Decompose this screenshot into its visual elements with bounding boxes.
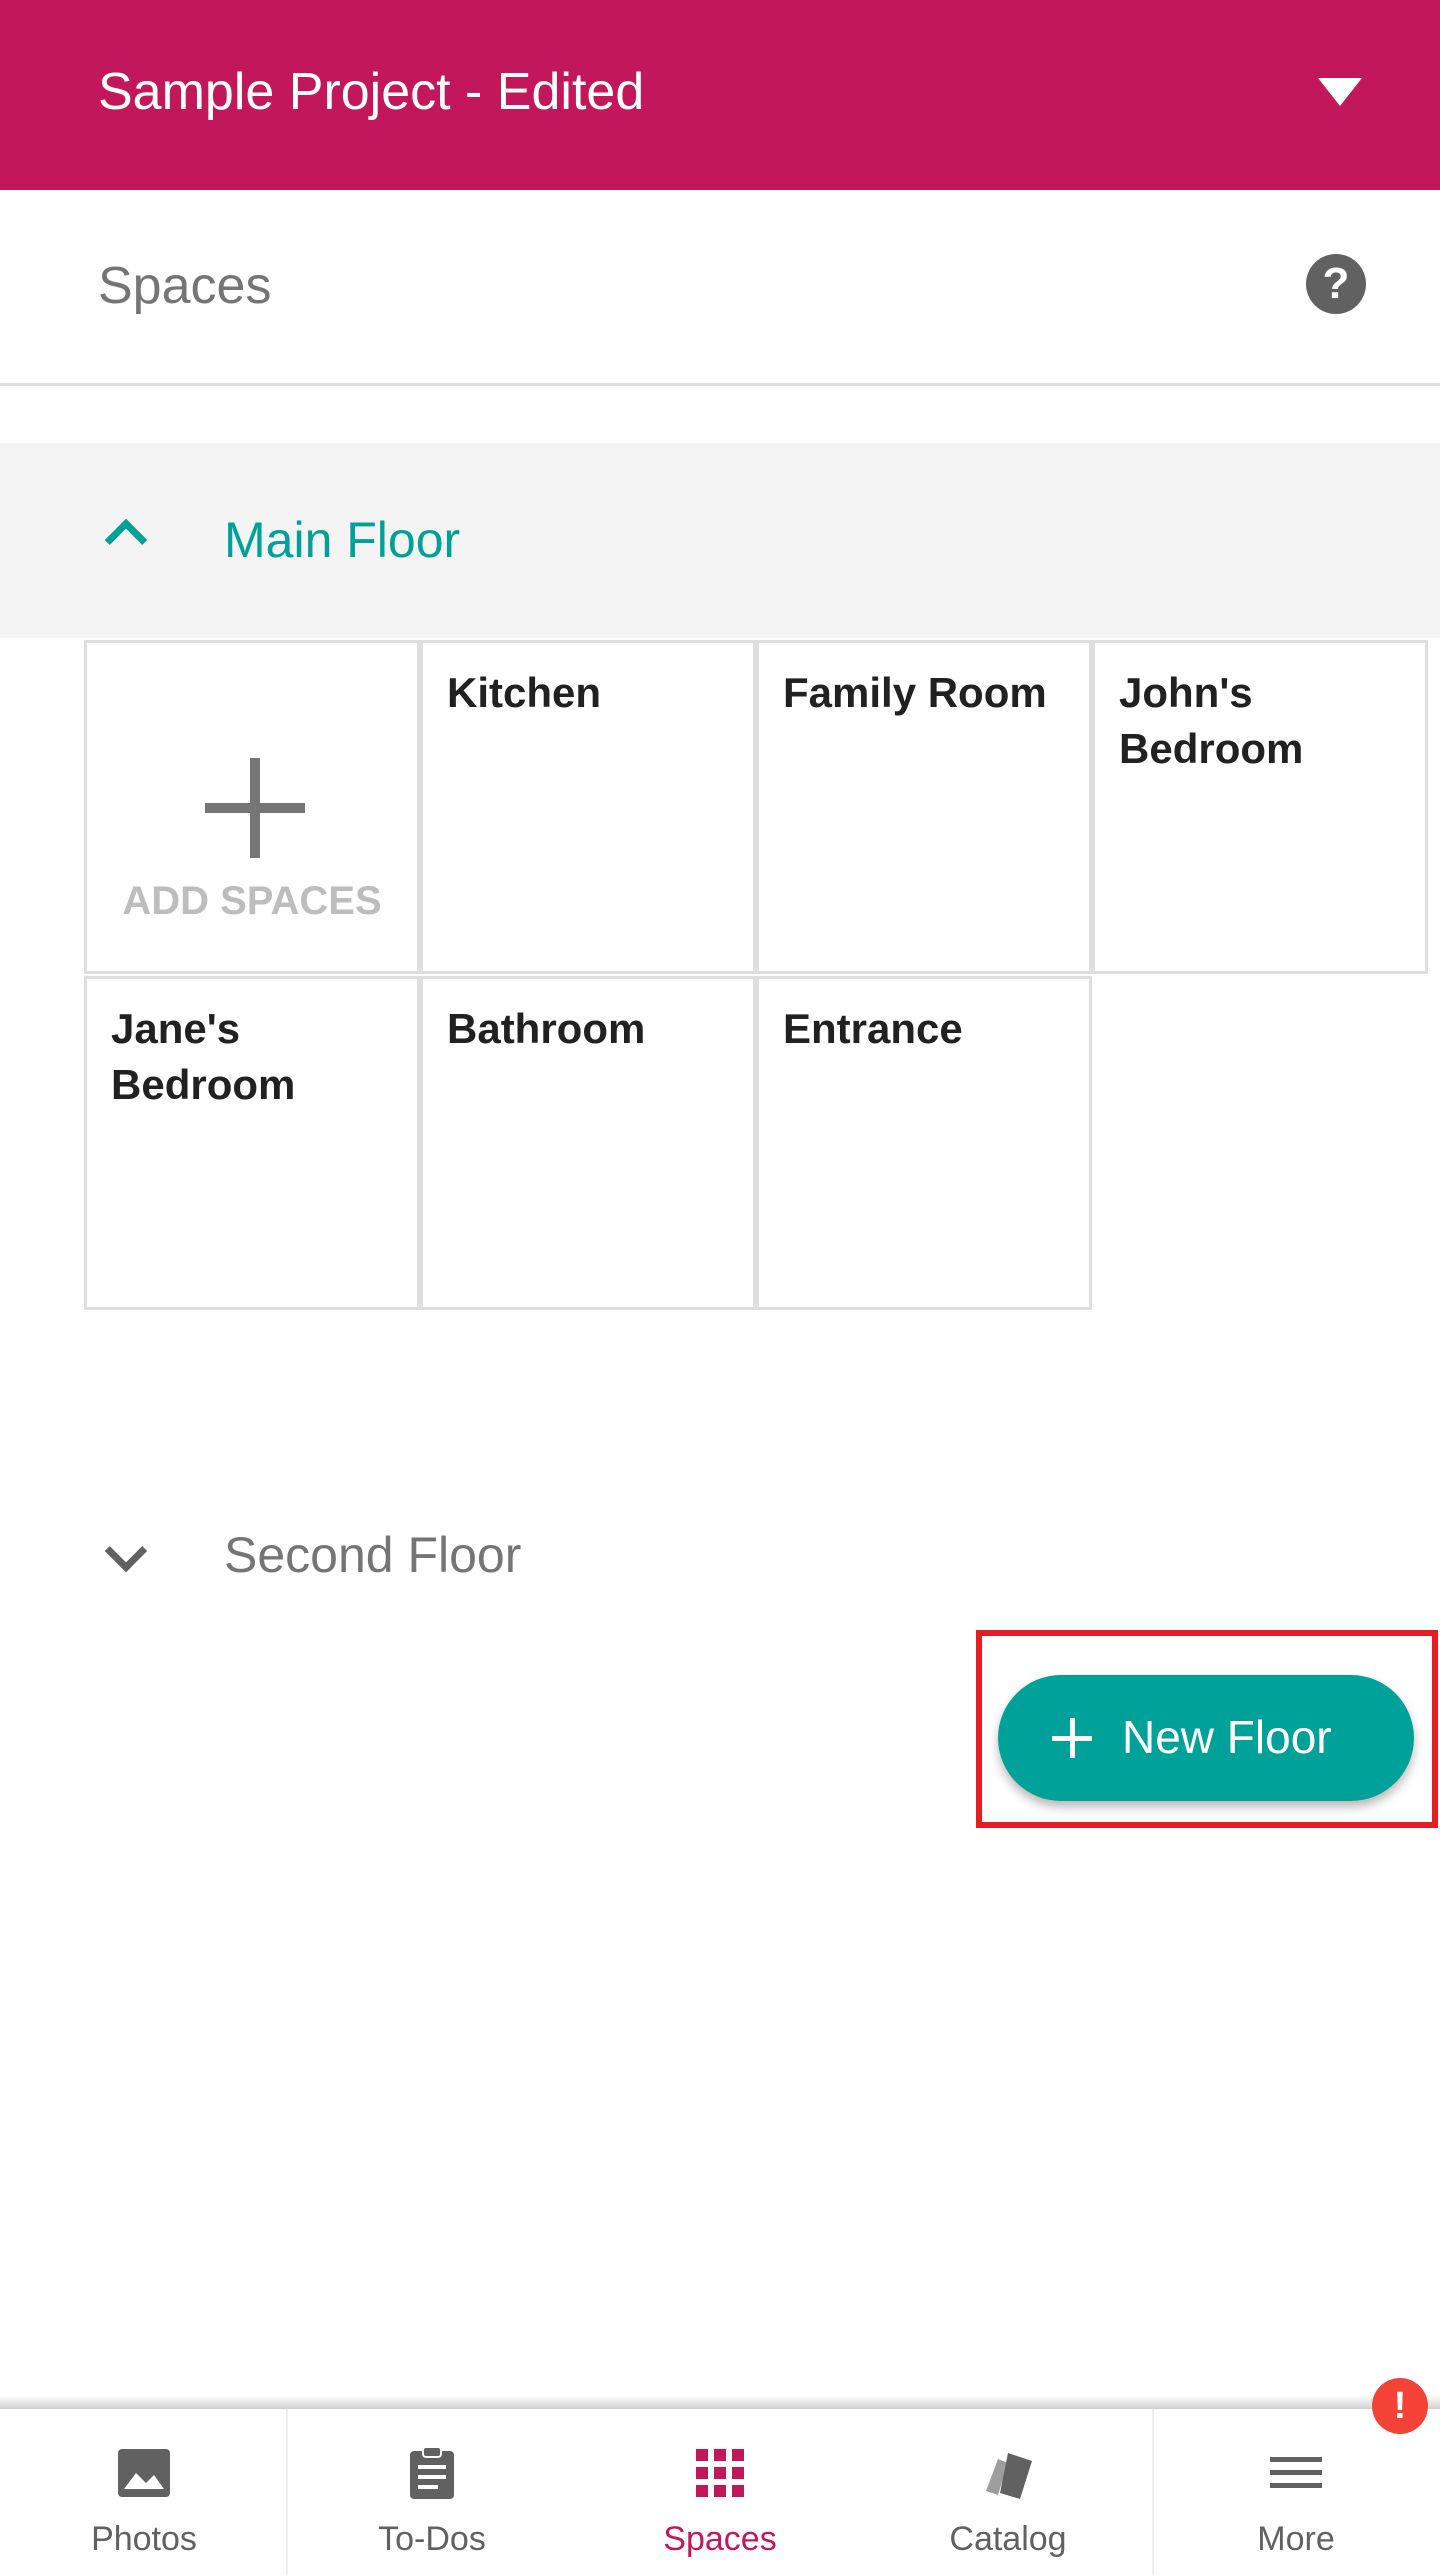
dropdown-caret-icon[interactable] (1318, 78, 1362, 106)
nav-shadow (0, 2395, 1440, 2409)
menu-icon (1270, 2457, 1322, 2488)
space-label: Kitchen (447, 669, 602, 716)
page-subheader: Spaces ? (0, 190, 1440, 386)
add-spaces-tile[interactable]: ADD SPACES (84, 640, 420, 974)
floor-header-main[interactable]: Main Floor (0, 443, 1440, 638)
plus-icon-stroke (1070, 1718, 1075, 1758)
space-tile-entrance[interactable]: Entrance (756, 976, 1092, 1310)
space-label: Jane's Bedroom (111, 1005, 296, 1108)
space-label: Family Room (783, 669, 1047, 716)
grid-icon (696, 2449, 744, 2497)
space-tile-family-room[interactable]: Family Room (756, 640, 1092, 974)
space-tile-janes-bedroom[interactable]: Jane's Bedroom (84, 976, 420, 1310)
project-title[interactable]: Sample Project - Edited (98, 58, 644, 126)
app-header: Sample Project - Edited (0, 0, 1440, 190)
space-tile-kitchen[interactable]: Kitchen (420, 640, 756, 974)
space-label: John's Bedroom (1119, 669, 1304, 772)
nav-label: To-Dos (378, 2520, 486, 2558)
page-title: Spaces (98, 257, 272, 315)
space-tile-johns-bedroom[interactable]: John's Bedroom (1092, 640, 1428, 974)
plus-icon-stroke (250, 758, 260, 858)
floor-label[interactable]: Second Floor (224, 1522, 521, 1588)
nav-item-spaces[interactable]: Spaces (576, 2409, 864, 2575)
add-spaces-label: ADD SPACES (122, 879, 382, 923)
nav-label: Catalog (949, 2520, 1067, 2558)
alert-badge[interactable]: ! (1372, 2378, 1428, 2434)
spaces-grid: ADD SPACES Kitchen Family Room John's Be… (84, 640, 1429, 1310)
nav-label: Photos (91, 2520, 197, 2558)
photo-icon (118, 2449, 170, 2497)
nav-label: Spaces (663, 2520, 777, 2558)
bottom-nav: Photos To-Dos Spaces Catalog More (0, 2408, 1440, 2575)
floor-label[interactable]: Main Floor (224, 507, 460, 573)
nav-item-todos[interactable]: To-Dos (288, 2409, 576, 2575)
clipboard-icon (410, 2446, 454, 2499)
space-label: Entrance (783, 1005, 963, 1052)
space-tile-bathroom[interactable]: Bathroom (420, 976, 756, 1310)
nav-label: More (1257, 2520, 1335, 2558)
chevron-down-icon[interactable] (104, 1529, 148, 1573)
new-floor-button[interactable]: New Floor (998, 1675, 1414, 1801)
space-label: Bathroom (447, 1005, 646, 1052)
nav-item-catalog[interactable]: Catalog (864, 2409, 1152, 2575)
help-icon[interactable]: ? (1306, 254, 1366, 314)
nav-item-photos[interactable]: Photos (0, 2409, 288, 2575)
chevron-up-icon[interactable] (104, 518, 148, 562)
floor-header-second[interactable]: Second Floor (0, 1460, 1440, 1640)
swatch-icon (986, 2453, 1032, 2499)
new-floor-label: New Floor (1122, 1711, 1332, 1763)
